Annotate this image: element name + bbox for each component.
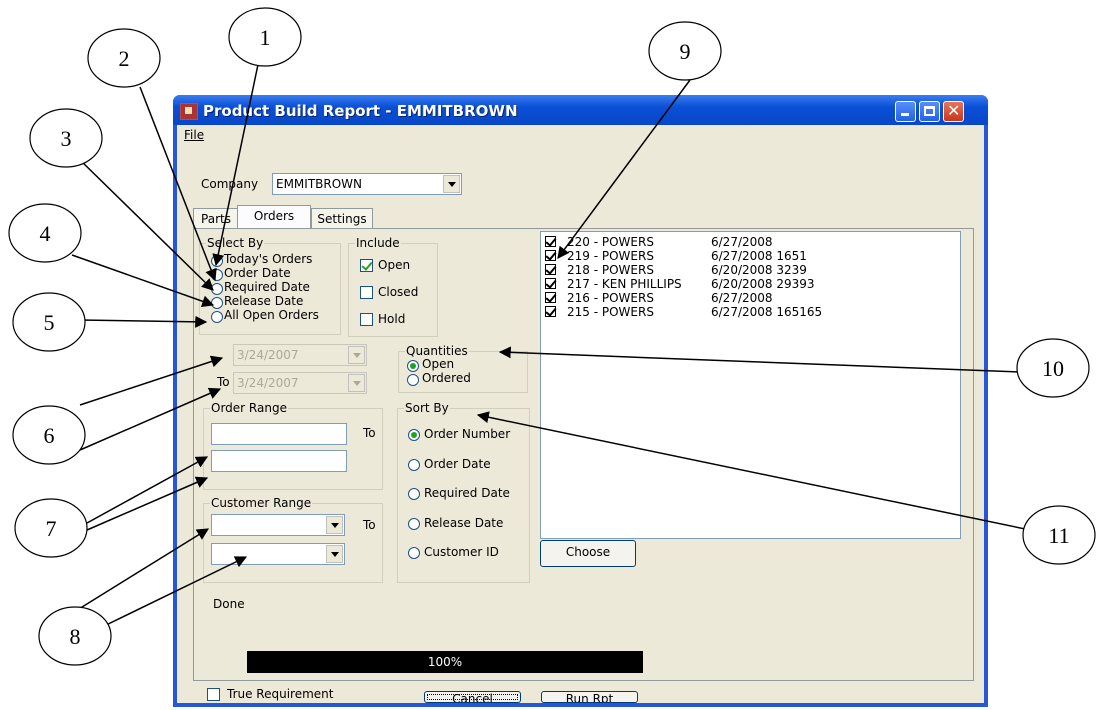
callout-2: 2: [119, 46, 130, 71]
callout-5: 5: [44, 310, 55, 335]
callout-1: 1: [260, 25, 271, 50]
callout-8: 8: [70, 624, 81, 649]
callout-annotations: 1 2 3 4 5 6 7 8 9 10 11: [8, 7, 1096, 666]
callout-4: 4: [40, 221, 51, 246]
callout-6: 6: [44, 423, 55, 448]
callout-11: 11: [1048, 523, 1069, 548]
callout-3: 3: [61, 126, 72, 151]
callout-10: 10: [1042, 356, 1064, 381]
callout-9: 9: [680, 39, 691, 64]
callout-7: 7: [46, 516, 57, 541]
